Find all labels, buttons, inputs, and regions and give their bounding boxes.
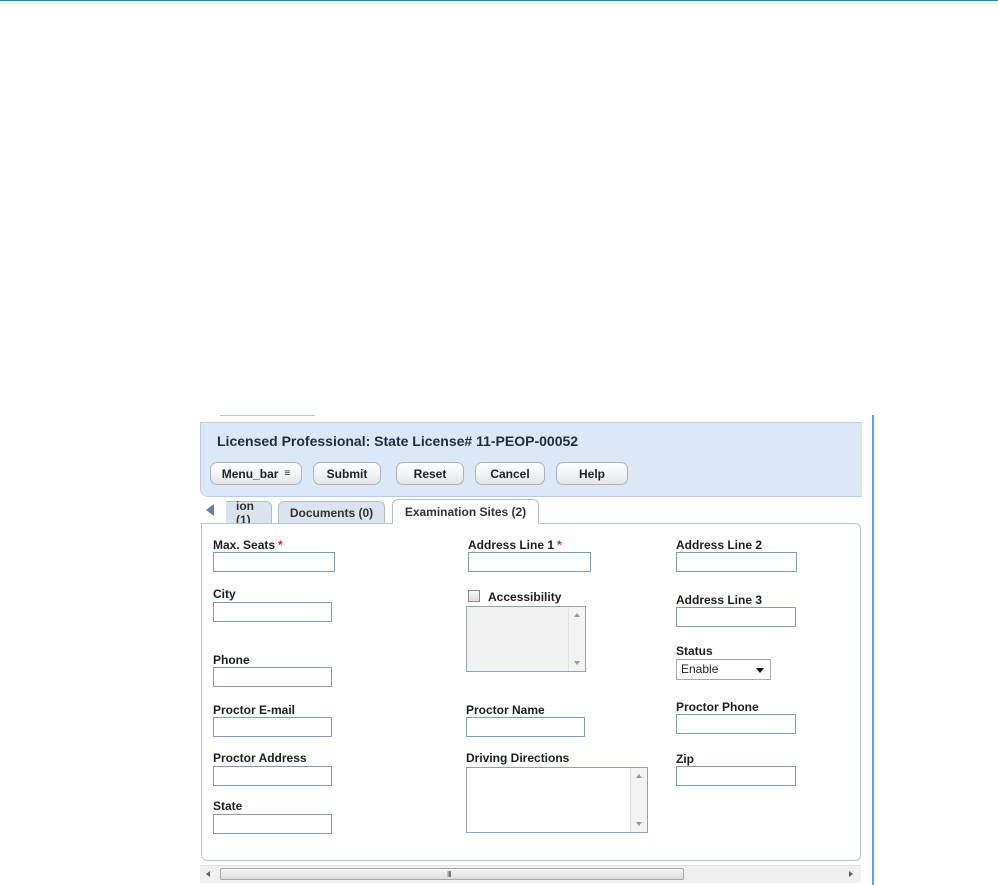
city-label: City: [213, 587, 236, 601]
window-right-border: [872, 415, 874, 885]
accessibility-label: Accessibility: [488, 590, 562, 604]
scroll-down-icon[interactable]: [636, 822, 642, 826]
required-marker: *: [557, 538, 562, 552]
menu-bar-button[interactable]: Menu_bar ≡: [210, 462, 302, 485]
license-edit-window: Licensed Professional: State License# 11…: [200, 415, 877, 885]
proctor-name-label: Proctor Name: [466, 703, 545, 717]
tab-examination-sites[interactable]: Examination Sites (2): [392, 499, 539, 524]
reset-button[interactable]: Reset: [396, 462, 464, 485]
city-input[interactable]: [213, 602, 332, 622]
page-title: Licensed Professional: State License# 11…: [217, 433, 579, 449]
form-header: Licensed Professional: State License# 11…: [200, 422, 862, 497]
scroll-up-icon[interactable]: [636, 774, 642, 778]
state-label: State: [213, 799, 243, 813]
zip-label: Zip: [676, 752, 694, 766]
address-line-2-label: Address Line 2: [676, 538, 763, 552]
proctor-email-input[interactable]: [213, 717, 332, 737]
top-divider-line: [0, 0, 998, 1]
scroll-right-icon[interactable]: [849, 871, 853, 877]
chevron-down-icon: [756, 668, 764, 673]
status-select[interactable]: Enable: [676, 659, 771, 680]
textarea-scrollbar[interactable]: [630, 768, 647, 832]
textarea-scrollbar[interactable]: [568, 607, 585, 671]
tab-scroll-left-icon[interactable]: [206, 504, 214, 516]
accessibility-checkbox[interactable]: [468, 590, 480, 602]
proctor-address-label: Proctor Address: [213, 751, 307, 765]
address-line-1-input[interactable]: [468, 552, 591, 572]
horizontal-scrollbar[interactable]: III: [200, 865, 861, 883]
scroll-up-icon[interactable]: [574, 613, 580, 617]
proctor-phone-label: Proctor Phone: [676, 700, 759, 714]
submit-button[interactable]: Submit: [313, 462, 381, 485]
tab-documents[interactable]: Documents (0): [278, 501, 385, 524]
driving-directions-label: Driving Directions: [466, 751, 570, 765]
driving-directions-textarea[interactable]: [466, 767, 648, 833]
cancel-button[interactable]: Cancel: [475, 462, 545, 485]
address-line-1-label: Address Line 1 *: [468, 538, 562, 552]
scroll-down-icon[interactable]: [574, 661, 580, 665]
max-seats-label: Max. Seats *: [213, 538, 283, 552]
proctor-email-label: Proctor E-mail: [213, 703, 296, 717]
max-seats-input[interactable]: [213, 552, 335, 572]
status-select-value: Enable: [681, 662, 719, 676]
proctor-name-input[interactable]: [466, 717, 585, 737]
proctor-phone-input[interactable]: [676, 714, 796, 734]
accessibility-textarea[interactable]: [466, 606, 586, 672]
address-line-3-label: Address Line 3: [676, 593, 763, 607]
tab-clipped-previous[interactable]: ion (1): [226, 499, 272, 527]
help-button[interactable]: Help: [556, 462, 628, 485]
phone-label: Phone: [213, 653, 250, 667]
zip-input[interactable]: [676, 766, 796, 786]
menu-bar-button-label: Menu_bar: [221, 466, 279, 481]
state-input[interactable]: [213, 814, 332, 834]
required-marker: *: [278, 538, 283, 552]
phone-input[interactable]: [213, 667, 332, 687]
address-line-2-input[interactable]: [676, 552, 797, 572]
window-tab-stub: [220, 415, 315, 422]
address-line-3-input[interactable]: [676, 607, 796, 627]
tab-strip: ion (1) Documents (0) Examination Sites …: [200, 499, 861, 527]
scrollbar-thumb[interactable]: III: [220, 868, 684, 880]
scroll-left-icon[interactable]: [206, 871, 210, 877]
scrollbar-grip: III: [447, 870, 452, 879]
status-label: Status: [676, 644, 713, 658]
proctor-address-input[interactable]: [213, 766, 332, 786]
menu-caret-icon: ≡: [284, 468, 291, 479]
